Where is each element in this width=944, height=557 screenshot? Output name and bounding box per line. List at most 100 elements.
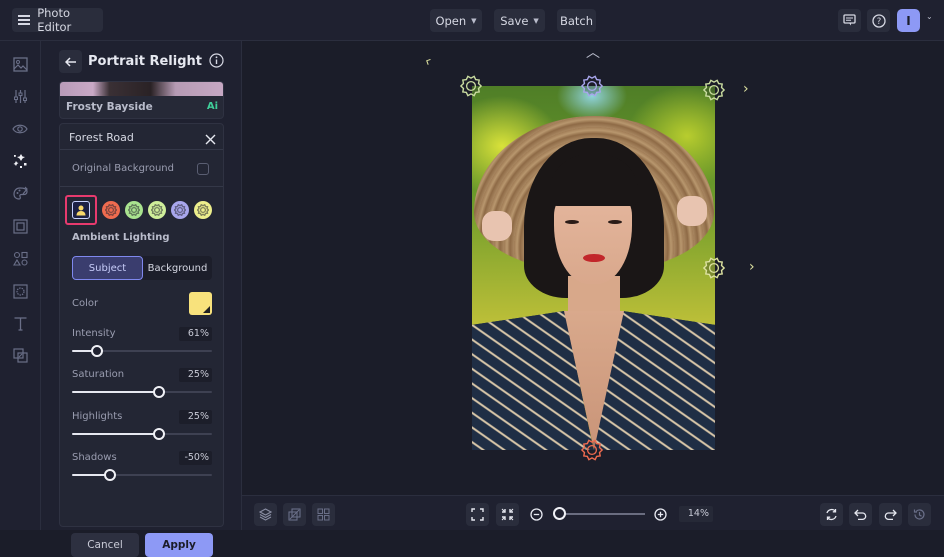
original-background-label: Original Background (72, 163, 174, 174)
portrait-photo[interactable] (472, 86, 715, 450)
saturation-value[interactable]: 25% (179, 368, 212, 382)
chevron-right-icon[interactable]: › (743, 81, 749, 97)
save-button[interactable]: Save ▼ (494, 9, 545, 32)
help-button[interactable]: ? (867, 9, 890, 32)
light-option-subject[interactable] (65, 195, 97, 225)
zoom-slider-thumb[interactable] (553, 507, 566, 520)
svg-text:?: ? (876, 17, 881, 27)
apply-button[interactable]: Apply (145, 533, 213, 557)
save-label: Save (500, 13, 529, 28)
layers-icon (259, 508, 272, 521)
highlights-slider[interactable] (72, 428, 212, 440)
batch-button[interactable]: Batch (557, 9, 596, 32)
bottom-toolbar: 14% (242, 495, 944, 530)
color-label: Color (72, 298, 99, 309)
zoom-out-button[interactable] (525, 503, 548, 526)
compare-icon (288, 508, 301, 521)
open-button[interactable]: Open ▼ (430, 9, 482, 32)
tab-subject[interactable]: Subject (72, 256, 143, 280)
shadows-label: Shadows (72, 452, 117, 463)
panel-title: Portrait Relight (88, 54, 202, 69)
light-option-3[interactable] (148, 201, 166, 219)
redo-button[interactable] (879, 503, 902, 526)
light-handle-bottom[interactable] (581, 439, 603, 461)
light-handle-top-left[interactable] (460, 75, 482, 97)
preset-card-frosty-bayside[interactable]: Frosty Bayside Ai (59, 81, 224, 119)
light-option-4[interactable] (171, 201, 189, 219)
photo-ribbon-left (482, 211, 512, 241)
sidebar-item-image[interactable] (11, 55, 29, 73)
sidebar-item-text[interactable] (11, 314, 29, 332)
feedback-button[interactable] (838, 9, 861, 32)
zoom-value[interactable]: 14% (679, 506, 713, 522)
photo-lips (583, 254, 605, 262)
layers-button[interactable] (254, 503, 277, 526)
close-settings-button[interactable] (205, 130, 216, 149)
undo-button[interactable] (849, 503, 872, 526)
sidebar-item-effects[interactable] (11, 152, 29, 170)
compare-button[interactable] (283, 503, 306, 526)
zoom-slider[interactable] (559, 513, 645, 515)
history-button[interactable] (908, 503, 931, 526)
grid-button[interactable] (312, 503, 335, 526)
intensity-slider[interactable] (72, 345, 212, 357)
chevron-up-icon[interactable]: ︿ (586, 42, 600, 62)
reset-button[interactable] (820, 503, 843, 526)
light-option-5[interactable] (194, 201, 212, 219)
zoom-in-icon (654, 508, 667, 521)
sidebar-item-paint[interactable] (11, 184, 29, 202)
intensity-slider-thumb[interactable] (91, 345, 104, 357)
saturation-slider[interactable] (72, 386, 212, 398)
fit-screen-button[interactable] (466, 503, 489, 526)
ambient-lighting-label: Ambient Lighting (72, 232, 170, 243)
intensity-label: Intensity (72, 328, 116, 339)
photo-eye-left (565, 220, 579, 224)
person-icon (76, 205, 86, 216)
saturation-slider-thumb[interactable] (152, 386, 165, 398)
sidebar-item-view[interactable] (11, 120, 29, 138)
shadows-value[interactable]: -50% (179, 451, 212, 465)
light-handle-top-center[interactable] (581, 75, 603, 97)
zoom-in-button[interactable] (649, 503, 672, 526)
app-menu-button[interactable]: Photo Editor (12, 6, 103, 34)
open-label: Open (435, 13, 467, 28)
sidebar-item-frames[interactable] (11, 217, 29, 235)
info-button[interactable] (209, 53, 224, 72)
chevron-top-left-icon[interactable]: ⌜ (424, 57, 436, 74)
shadows-slider-thumb[interactable] (103, 469, 116, 481)
sidebar-item-graphics[interactable] (11, 249, 29, 267)
preset-settings-card: Forest Road Original Background Ambient … (59, 123, 224, 557)
tab-background[interactable]: Background (143, 256, 212, 280)
back-button[interactable] (59, 50, 82, 73)
user-avatar[interactable]: I (897, 9, 920, 32)
highlights-value[interactable]: 25% (179, 410, 212, 424)
account-chevron-icon[interactable]: ⌄ (926, 12, 933, 21)
sidebar-item-overlays[interactable] (11, 346, 29, 364)
light-handle-top-right[interactable] (703, 79, 725, 101)
shadows-slider[interactable] (72, 469, 212, 481)
actual-size-button[interactable] (496, 503, 519, 526)
highlights-slider-thumb[interactable] (152, 428, 165, 440)
light-option-2[interactable] (125, 201, 143, 219)
sparkle-effects-icon (13, 154, 27, 168)
light-gear-icon (197, 204, 209, 216)
color-swatch[interactable] (189, 292, 212, 315)
light-option-1[interactable] (102, 201, 120, 219)
top-bar: Photo Editor Open ▼ Save ▼ Batch ? I ⌄ (0, 0, 944, 41)
light-gear-icon (174, 204, 186, 216)
grid-icon (317, 508, 330, 521)
original-background-checkbox[interactable] (197, 163, 209, 175)
swatch-corner-icon (203, 306, 210, 313)
chevron-right-icon[interactable]: › (749, 259, 755, 275)
light-handle-right[interactable] (703, 257, 725, 279)
sidebar-item-textures[interactable] (11, 282, 29, 300)
preset-thumbnail (60, 82, 223, 96)
sidebar-item-adjust[interactable] (11, 87, 29, 105)
preset-name: Frosty Bayside (66, 101, 153, 113)
intensity-value[interactable]: 61% (179, 327, 212, 341)
light-selector (65, 194, 212, 226)
original-background-row: Original Background (60, 151, 223, 187)
fullscreen-icon (471, 508, 484, 521)
shrink-icon (501, 508, 514, 521)
cancel-button[interactable]: Cancel (71, 533, 139, 557)
